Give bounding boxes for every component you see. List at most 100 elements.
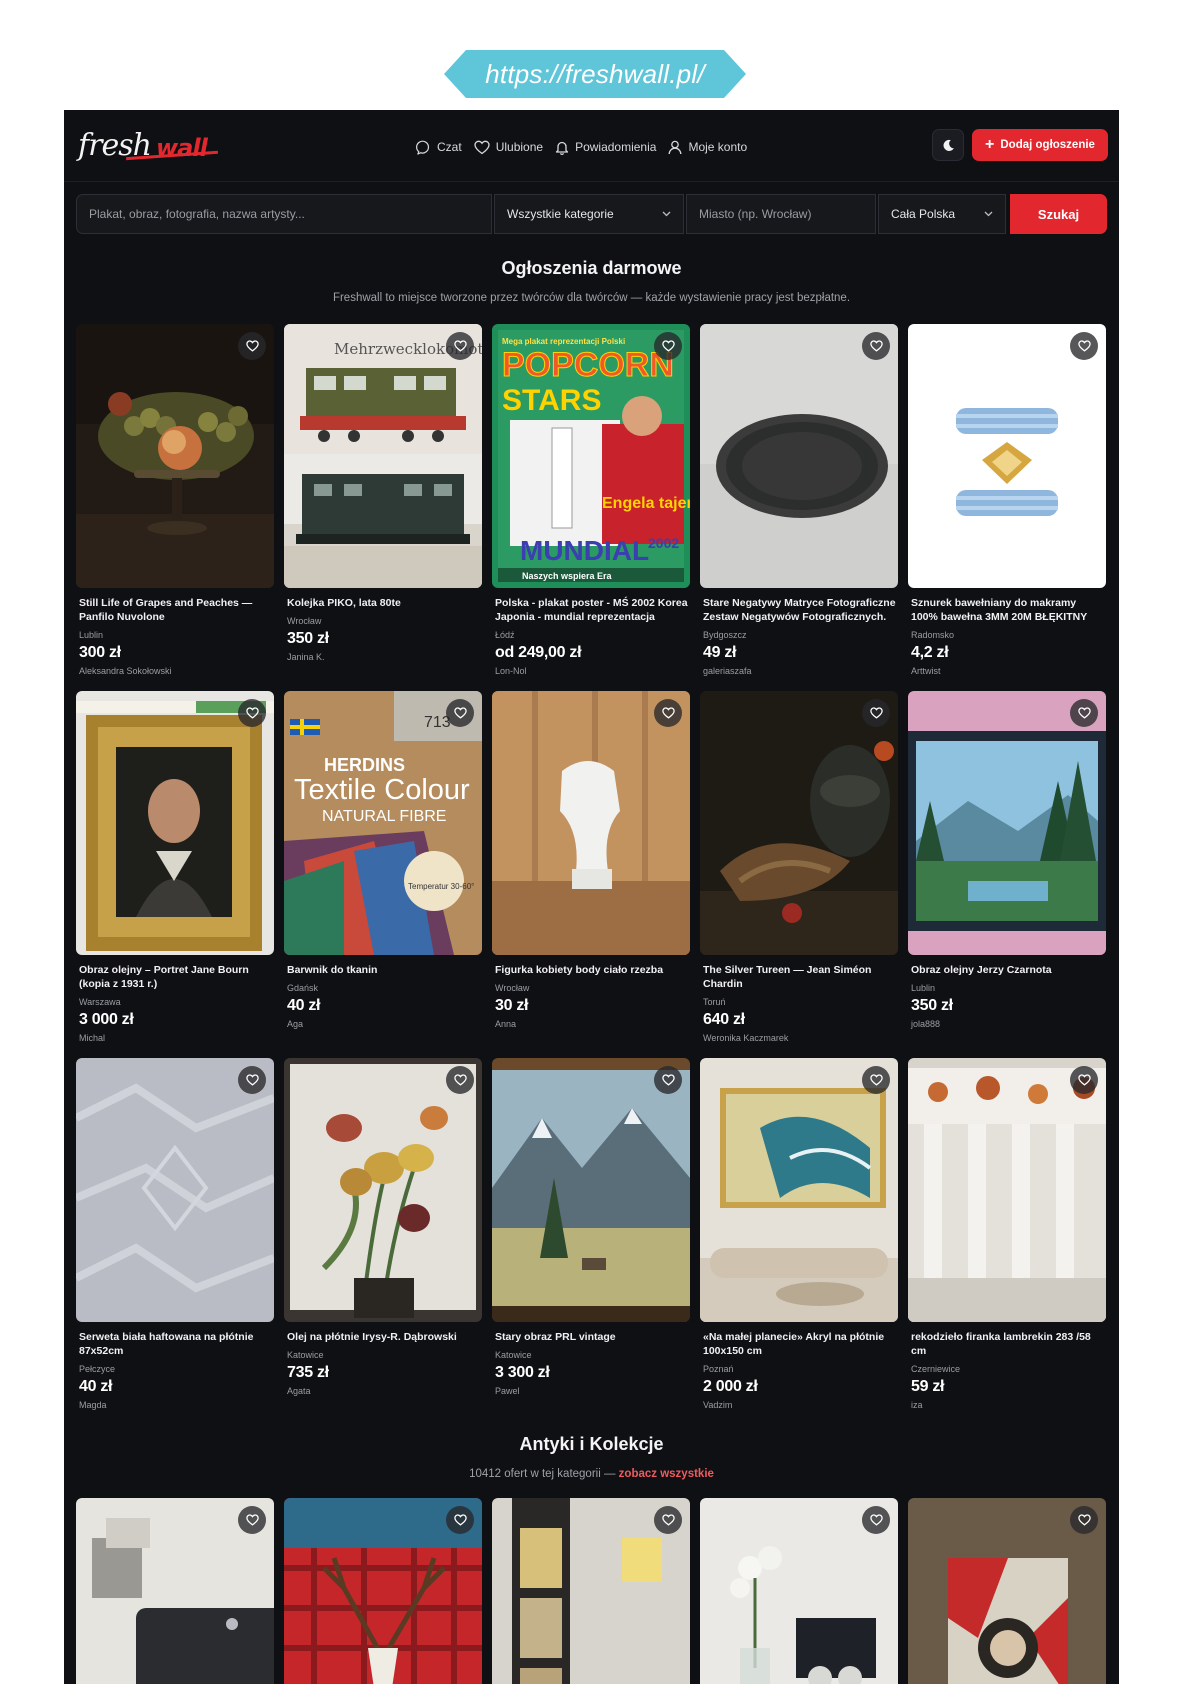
listing-title: rekodzieło firanka lambrekin 283 /58 cm [911,1331,1091,1357]
listing-price: 40 zł [79,1378,113,1395]
listing-city: Katowice [287,1350,324,1360]
listing-image[interactable] [908,691,1106,955]
plus-icon: + [985,136,995,153]
favorite-button[interactable] [1070,332,1098,360]
nav-favorites[interactable]: Ulubione [474,140,543,155]
region-value: Cała Polska [891,207,956,221]
listing-title: Figurka kobiety body ciało rzezba [495,964,664,976]
favorite-button[interactable] [654,699,682,727]
favorite-button[interactable] [446,332,474,360]
nav-notifications-label: Powiadomienia [575,140,657,154]
listing-seller: Weronika Kaczmarek [703,1033,789,1043]
category-select[interactable]: Wszystkie kategorie [494,194,684,234]
city-input[interactable]: Miasto (np. Wrocław) [686,194,876,234]
poster-year: 2002 [648,535,679,551]
favorite-button[interactable] [238,699,266,727]
nav-account[interactable]: Moje konto [668,140,747,155]
listing-image[interactable]: 713 HERDINS Textile Colour NATURAL FIBRE… [284,691,482,955]
listing-image[interactable] [76,1498,274,1684]
favorite-button[interactable] [1070,1506,1098,1534]
favorite-button[interactable] [238,332,266,360]
listing-image[interactable] [76,1058,274,1322]
listing-image[interactable] [492,1498,690,1684]
nav-chat[interactable]: Czat [416,140,462,155]
listing-image[interactable] [492,691,690,955]
listing-price: 350 zł [287,630,329,647]
listing-seller: Arttwist [911,666,941,676]
main-nav: Czat Ulubione Powiadomienia Moje konto [416,136,759,158]
listing-image[interactable] [284,1498,482,1684]
listing-city: Łódź [495,630,515,640]
theme-toggle-button[interactable] [932,129,964,161]
favorite-button[interactable] [654,1066,682,1094]
favorite-button[interactable] [1070,1066,1098,1094]
url-text: https://freshwall.pl/ [485,59,705,89]
dye-brand: HERDINS [324,755,405,775]
listing-city: Czerniewice [911,1364,961,1374]
listing-city: Wrocław [495,983,530,993]
listing-price: 3 300 zł [495,1364,550,1381]
heart-icon [453,1074,467,1086]
region-select[interactable]: Cała Polska [878,194,1006,234]
search-button[interactable]: Szukaj [1010,194,1107,234]
favorite-button[interactable] [446,699,474,727]
favorite-button[interactable] [446,1066,474,1094]
heart-icon [453,707,467,719]
add-listing-button[interactable]: + Dodaj ogłoszenie [972,129,1108,161]
listing-image[interactable] [908,1498,1106,1684]
listing-price: 30 zł [495,997,529,1014]
listing-seller: jola888 [911,1019,941,1029]
listing-city: Warszawa [79,997,121,1007]
favorite-button[interactable] [862,1066,890,1094]
listing-seller: Anna [495,1019,517,1029]
listing-seller: Lon-Nol [495,666,527,676]
favorite-button[interactable] [446,1506,474,1534]
favorite-button[interactable] [238,1506,266,1534]
heart-icon [869,340,883,352]
listing-image[interactable] [492,1058,690,1322]
heart-icon [661,340,675,352]
listing-seller: Michal [79,1033,106,1043]
chevron-down-icon [984,211,993,217]
heart-icon [661,707,675,719]
heart-icon [245,1514,259,1526]
logo[interactable]: fresh wall [78,128,238,168]
listing-price: 640 zł [703,1011,745,1028]
nav-notifications[interactable]: Powiadomienia [555,140,656,155]
chevron-down-icon [662,211,671,217]
listing-image[interactable] [76,324,274,588]
favorite-button[interactable] [654,1506,682,1534]
listing-image[interactable] [76,691,274,955]
listing-image[interactable] [700,691,898,955]
listing-image[interactable]: Mehrzwecklokomotive [284,324,482,588]
favorite-button[interactable] [1070,699,1098,727]
listing-seller: Janina K. [287,652,325,662]
listing-title: The Silver Tureen — Jean Siméon Chardin [703,964,872,990]
favorite-button[interactable] [862,1506,890,1534]
city-placeholder: Miasto (np. Wrocław) [699,207,812,221]
see-all-link[interactable]: zobacz wszystkie [619,1468,714,1480]
listing-image[interactable] [700,1498,898,1684]
antiques-section-subtitle: 10412 ofert w tej kategorii — zobacz wsz… [64,1468,1119,1480]
listing-seller: Aleksandra Sokołowski [79,666,172,676]
favorite-button[interactable] [862,699,890,727]
listing-city: Bydgoszcz [703,630,747,640]
listing-image[interactable] [700,324,898,588]
free-section-title: Ogłoszenia darmowe [501,258,682,278]
search-input[interactable]: Plakat, obraz, fotografia, nazwa artysty… [76,194,492,234]
listing-image[interactable] [908,324,1106,588]
listing-seller: iza [911,1400,923,1410]
antiques-section-title: Antyki i Kolekcje [519,1434,664,1454]
heart-icon [1077,1074,1091,1086]
favorite-button[interactable] [654,332,682,360]
favorite-button[interactable] [238,1066,266,1094]
favorite-button[interactable] [862,332,890,360]
listing-price: 3 000 zł [79,1011,134,1028]
listing-image[interactable] [700,1058,898,1322]
url-banner: https://freshwall.pl/ [444,50,746,98]
listing-title: Olej na płótnie Irysy-R. Dąbrowski [287,1331,457,1343]
listing-image[interactable] [284,1058,482,1322]
poster-top-text: Mega plakat reprezentacji Polski [502,337,625,346]
listing-image[interactable]: Mega plakat reprezentacji Polski POPCORN… [492,324,690,588]
listing-image[interactable] [908,1058,1106,1322]
